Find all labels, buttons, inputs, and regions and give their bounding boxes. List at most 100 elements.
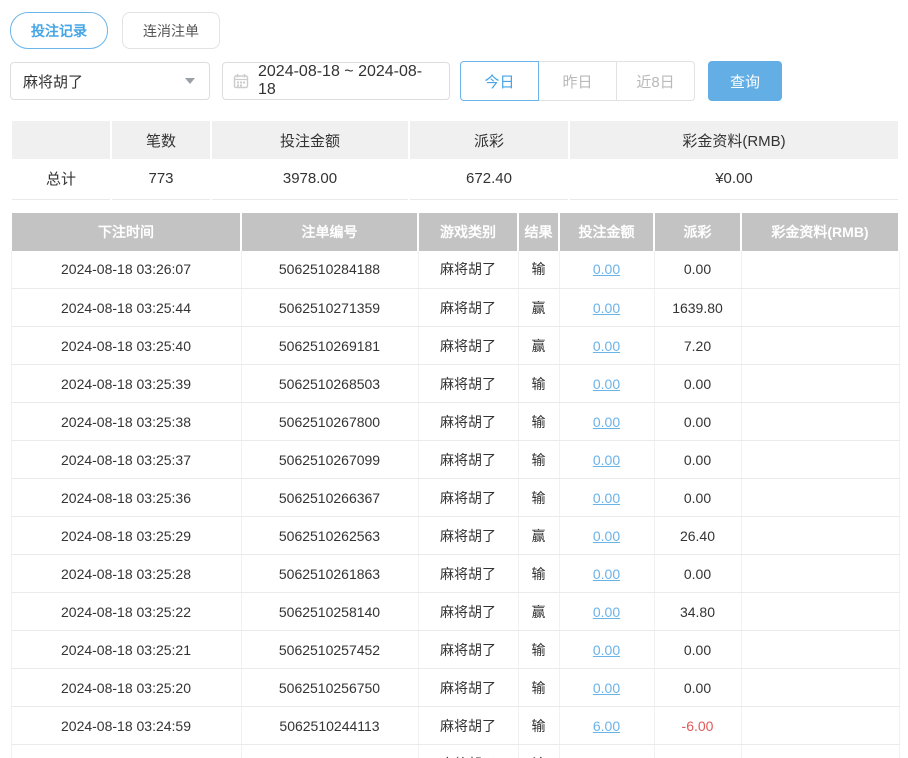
bet-amount-link[interactable]: 6.00: [593, 718, 620, 734]
cell-result: 输: [518, 478, 560, 517]
cell-game: 麻将胡了: [418, 592, 519, 631]
cell-result: 输: [518, 630, 560, 669]
summary-col-blank: [10, 121, 112, 159]
cell-bonus: [741, 440, 900, 479]
bet-amount-link[interactable]: 0.00: [593, 452, 620, 468]
cell-result: 输: [518, 250, 560, 289]
cell-time: 2024-08-18 03:24:52: [10, 744, 242, 758]
cell-payout: 26.40: [654, 516, 742, 555]
bet-amount-link[interactable]: 0.00: [593, 490, 620, 506]
bet-amount-link[interactable]: 0.00: [593, 338, 620, 354]
cell-bet: 6.00: [559, 706, 655, 745]
cell-bet: 0.00: [559, 402, 655, 441]
game-select[interactable]: 麻将胡了: [10, 62, 210, 100]
cell-time: 2024-08-18 03:25:22: [10, 592, 242, 631]
records-col-time: 下注时间: [10, 212, 242, 251]
cell-payout: 0.00: [654, 554, 742, 593]
cell-payout: 0.00: [654, 440, 742, 479]
table-row: 2024-08-18 03:24:59 5062510244113 麻将胡了输 6.0…: [10, 706, 900, 745]
cell-bonus: [741, 326, 900, 365]
summary-col-bonus: 彩金资料(RMB): [568, 121, 900, 159]
summary-total-label: 总计: [10, 159, 112, 200]
cell-order: 5062510267099: [241, 440, 419, 479]
records-col-bet: 投注金额: [558, 212, 655, 251]
table-row: 2024-08-18 03:25:21 5062510257452 麻将胡了输 0.0…: [10, 630, 900, 669]
bet-amount-link[interactable]: 0.00: [593, 642, 620, 658]
summary-total-row: 总计 773 3978.00 672.40 ¥0.00: [10, 159, 900, 200]
cell-time: 2024-08-18 03:25:38: [10, 402, 242, 441]
summary-table: 笔数 投注金额 派彩 彩金资料(RMB) 总计 773 3978.00 672.…: [10, 121, 900, 200]
filter-bar: 麻将胡了 2024-08-18 ~ 2024-08-18 今日 昨日 近8日 查…: [10, 61, 898, 101]
tab-betting-records[interactable]: 投注记录: [10, 12, 108, 49]
records-col-order: 注单编号: [240, 212, 419, 251]
table-row: 2024-08-18 03:25:39 5062510268503 麻将胡了输 0.0…: [10, 364, 900, 403]
bet-amount-link[interactable]: 0.00: [593, 300, 620, 316]
cell-result: 输: [518, 402, 560, 441]
cell-order: 5062510267800: [241, 402, 419, 441]
table-row: 2024-08-18 03:26:07 5062510284188 麻将胡了输 0.0…: [10, 250, 900, 289]
cell-order: 5062510269181: [241, 326, 419, 365]
cell-game: 麻将胡了: [418, 402, 519, 441]
bet-amount-link[interactable]: 0.00: [593, 528, 620, 544]
cell-order: 5062510262563: [241, 516, 419, 555]
quick-range-group: 今日 昨日 近8日: [460, 61, 695, 101]
cell-order: 5062510268503: [241, 364, 419, 403]
cell-order: 5062510271359: [241, 288, 419, 327]
cell-game: 麻将胡了: [418, 288, 519, 327]
bet-amount-link[interactable]: 0.00: [593, 680, 620, 696]
table-row: 2024-08-18 03:25:22 5062510258140 麻将胡了赢 0.0…: [10, 592, 900, 631]
cell-bonus: [741, 478, 900, 517]
records-body: 2024-08-18 03:26:07 5062510284188 麻将胡了输 0.0…: [10, 250, 900, 758]
bet-amount-link[interactable]: 0.00: [593, 261, 620, 277]
cell-result: 赢: [518, 326, 560, 365]
cell-order: 5062510257452: [241, 630, 419, 669]
cell-time: 2024-08-18 03:25:44: [10, 288, 242, 327]
cell-result: 赢: [518, 288, 560, 327]
table-row: 2024-08-18 03:25:44 5062510271359 麻将胡了赢 0.0…: [10, 288, 900, 327]
table-row: 2024-08-18 03:25:20 5062510256750 麻将胡了输 0.0…: [10, 668, 900, 707]
date-range-input[interactable]: 2024-08-18 ~ 2024-08-18: [222, 62, 450, 100]
cell-payout: 34.80: [654, 592, 742, 631]
cell-bet: 0.00: [559, 592, 655, 631]
cell-bonus: [741, 706, 900, 745]
cell-result: 输: [518, 744, 560, 758]
cell-result: 赢: [518, 516, 560, 555]
table-row: 2024-08-18 03:24:525062510240982麻将胡了输6.0…: [10, 744, 900, 758]
bet-amount-link[interactable]: 0.00: [593, 414, 620, 430]
chevron-down-icon: [185, 78, 195, 84]
table-row: 2024-08-18 03:25:38 5062510267800 麻将胡了输 0.0…: [10, 402, 900, 441]
cell-time: 2024-08-18 03:24:59: [10, 706, 242, 745]
cell-payout: -6.00: [654, 706, 742, 745]
cell-bet: 0.00: [559, 516, 655, 555]
cell-result: 输: [518, 668, 560, 707]
cell-bonus: [741, 288, 900, 327]
cell-bonus: [741, 364, 900, 403]
cell-order: 5062510284188: [241, 250, 419, 289]
cell-bonus: [741, 630, 900, 669]
cell-game: 麻将胡了: [418, 554, 519, 593]
bet-amount-link[interactable]: 0.00: [593, 376, 620, 392]
bet-amount-link[interactable]: 0.00: [593, 604, 620, 620]
cell-payout: 0.00: [654, 668, 742, 707]
cell-game: 麻将胡了: [418, 630, 519, 669]
tab-cancelled-orders[interactable]: 连消注单: [122, 12, 220, 49]
cell-bonus: [741, 744, 900, 758]
quick-range-last8days[interactable]: 近8日: [616, 61, 695, 101]
bet-amount-link[interactable]: 0.00: [593, 566, 620, 582]
cell-order: 5062510258140: [241, 592, 419, 631]
cell-bonus: [741, 554, 900, 593]
summary-total-count: 773: [110, 159, 212, 200]
quick-range-today[interactable]: 今日: [460, 61, 539, 101]
cell-time: 2024-08-18 03:25:21: [10, 630, 242, 669]
records-table: 下注时间 注单编号 游戏类别 结果 投注金额 派彩 彩金资料(RMB) 2024…: [10, 212, 900, 758]
table-row: 2024-08-18 03:25:28 5062510261863 麻将胡了输 0.0…: [10, 554, 900, 593]
records-col-payout: 派彩: [653, 212, 742, 251]
cell-bonus: [741, 516, 900, 555]
cell-result: 输: [518, 440, 560, 479]
summary-col-payout: 派彩: [408, 121, 570, 159]
table-row: 2024-08-18 03:25:37 5062510267099 麻将胡了输 0.0…: [10, 440, 900, 479]
quick-range-yesterday[interactable]: 昨日: [538, 61, 617, 101]
game-select-value: 麻将胡了: [23, 73, 84, 91]
cell-game: 麻将胡了: [418, 668, 519, 707]
search-button[interactable]: 查询: [708, 61, 782, 101]
